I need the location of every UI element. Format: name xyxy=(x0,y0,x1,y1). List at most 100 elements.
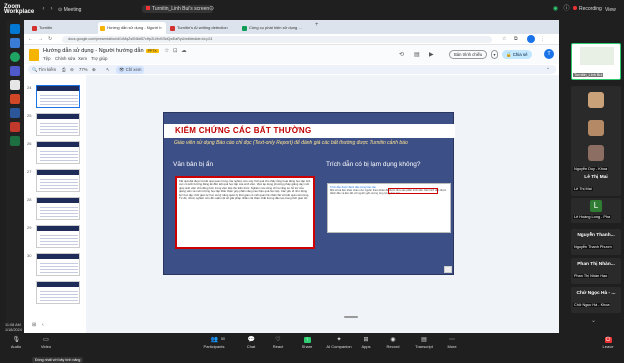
extensions-icon[interactable]: ⧉ xyxy=(514,36,518,42)
star-icon[interactable]: ☆ xyxy=(502,36,506,42)
star-icon[interactable]: ☆ xyxy=(164,48,169,54)
comment-icon[interactable]: ▤ xyxy=(414,51,420,58)
print-icon[interactable]: ⎙ xyxy=(62,67,65,72)
react-button[interactable]: ♡ React xyxy=(264,337,292,349)
forward-icon[interactable]: → xyxy=(38,36,43,42)
slide-thumbnail[interactable] xyxy=(36,281,80,304)
teams-icon[interactable] xyxy=(10,66,20,76)
video-tile[interactable]: L Lê Hoàng Long - Pha xyxy=(571,198,621,223)
slide-thumbnail[interactable] xyxy=(36,225,80,248)
select-icon[interactable]: ↖ xyxy=(106,67,110,73)
view-only-mode[interactable]: 👁 Chỉ xem xyxy=(116,66,145,74)
info-icon[interactable]: ⓘ xyxy=(563,6,570,13)
app-icon[interactable] xyxy=(10,80,20,90)
account-avatar[interactable]: T xyxy=(544,49,554,59)
transcript-button[interactable]: ▤ Transcript xyxy=(408,337,440,349)
left-heading: Văn bản bị ẩn xyxy=(173,161,214,168)
video-tile[interactable]: Chử Ngọc Hà - ... Chử Ngọc Hà - Khoa xyxy=(571,287,621,313)
new-tab-icon[interactable]: + xyxy=(315,22,319,28)
word-icon[interactable] xyxy=(10,108,20,118)
collapse-panel-icon[interactable]: ‹ xyxy=(42,322,44,328)
record-icon: ◉ xyxy=(390,337,396,343)
tab-favicon-icon xyxy=(242,26,247,31)
menu-file[interactable]: Tệp xyxy=(43,56,51,61)
document-title[interactable]: Hướng dẫn sử dụng - Người hướng dẫn PPTX … xyxy=(43,48,187,54)
participant-photo xyxy=(588,120,604,136)
browser-tab[interactable]: Công cụ phát hiện sử dụng ... xyxy=(240,22,312,34)
powerpoint-icon[interactable] xyxy=(10,94,20,104)
file-explorer-icon[interactable] xyxy=(10,38,20,48)
back-icon[interactable]: ← xyxy=(28,36,33,42)
leave-icon: ⏻ xyxy=(604,337,612,343)
zoom-level[interactable]: 77% xyxy=(79,67,88,72)
reload-icon[interactable]: ↻ xyxy=(48,36,52,42)
browser-tab-active[interactable]: Hướng dẫn sử dụng - Người h xyxy=(98,22,166,34)
video-tile[interactable]: Lê Thị Mai Lê Thị Mai xyxy=(571,172,621,196)
chat-button[interactable]: 💬 Chat xyxy=(237,337,265,349)
slide-thumbnail[interactable] xyxy=(36,85,80,108)
participant-name: Phan Thị Nhàn Hạo xyxy=(573,274,609,278)
ai-companion-button[interactable]: ✦ AI Companion xyxy=(322,337,356,349)
url-field[interactable]: docs.google.com/presentation/d/1rMqZs0N6… xyxy=(62,36,492,43)
participant-name: Chử Ngọc Hà - Khoa xyxy=(573,303,611,307)
slide-thumbnails: 24 25 26 27 28 29 30 Đồng nhất với bảy t… xyxy=(24,75,86,363)
participant-photo xyxy=(588,145,604,161)
gallery-scroll-down-icon[interactable]: ⌄ xyxy=(591,317,596,324)
participants-button[interactable]: 👥 Participants 50 xyxy=(200,337,228,349)
chrome-icon[interactable] xyxy=(10,52,20,62)
video-tile[interactable]: Turnitin_Linh Bui xyxy=(571,43,621,80)
zoom-out-icon[interactable]: ⊖ xyxy=(70,67,74,73)
record-button[interactable]: ◉ Record xyxy=(379,337,407,349)
share-menu-icon[interactable]: ⊝ xyxy=(208,6,215,13)
present-button[interactable]: Bản trình chiếu xyxy=(449,50,488,59)
search-menus[interactable]: 🔍 Tìm kiếm xyxy=(32,67,56,73)
slide-thumbnail[interactable] xyxy=(36,253,80,276)
slide-thumbnail[interactable] xyxy=(36,113,80,136)
apps-button[interactable]: ⊞ Apps xyxy=(352,337,380,349)
collapse-toolbar-icon[interactable]: ⌃ xyxy=(546,67,550,73)
meet-icon[interactable]: ▶ xyxy=(429,51,434,58)
browser-menu-icon[interactable]: ⋮ xyxy=(540,36,545,42)
menu-help[interactable]: Trợ giúp xyxy=(91,56,107,61)
present-options-icon[interactable]: ▾ xyxy=(491,50,498,59)
thumb-number: 25 xyxy=(27,113,32,118)
os-taskbar xyxy=(6,20,24,332)
camera-icon: ▭ xyxy=(43,337,49,343)
share-button[interactable]: 🔒 Chia sẻ xyxy=(502,50,532,59)
share-title[interactable]: Turnitin_Linh Bui's screen xyxy=(142,5,214,13)
participant-count: 50 xyxy=(221,337,225,341)
zoom-in-icon[interactable]: ⊕ xyxy=(92,67,96,73)
leave-button[interactable]: ⏻ Leave xyxy=(594,337,622,349)
view-button[interactable]: View xyxy=(605,7,616,13)
windows-start-icon[interactable] xyxy=(10,24,20,34)
video-tile[interactable]: Nguyễn Thanh... Nguyễn Thanh Phươn xyxy=(571,229,621,255)
history-icon[interactable]: ⟲ xyxy=(399,51,404,58)
move-icon[interactable]: ⊡ xyxy=(173,48,178,54)
menu-edit[interactable]: Chỉnh sửa xyxy=(55,56,75,61)
share-icon: ↑ xyxy=(303,337,311,343)
recording-indicator[interactable]: Recording xyxy=(573,6,602,12)
slide-thumbnail[interactable] xyxy=(36,141,80,164)
meeting-tab[interactable]: ⊙ Meeting xyxy=(58,7,81,13)
slides-toolbar: 🔍 Tìm kiếm ⎙ ⊖ 77% ⊕ ↖ 👁 Chỉ xem ⌃ xyxy=(28,65,556,74)
video-button[interactable]: ▭ Video xyxy=(32,337,60,349)
more-button[interactable]: ⋯ More xyxy=(438,337,466,349)
share-screen-button[interactable]: ↑ Share xyxy=(293,337,321,349)
browser-tab[interactable]: Turnitin xyxy=(30,22,96,34)
back-icon[interactable]: ‹ xyxy=(40,6,47,13)
audio-button[interactable]: 🎙 Audio xyxy=(2,337,30,349)
forward-icon[interactable]: › xyxy=(48,6,55,13)
menu-view[interactable]: Xem xyxy=(78,56,87,61)
slide-thumbnail[interactable] xyxy=(36,197,80,220)
shield-icon: ◉ xyxy=(552,6,559,12)
profile-avatar[interactable] xyxy=(527,35,535,43)
slides-logo-icon[interactable] xyxy=(29,49,39,61)
transcript-icon: ▤ xyxy=(421,337,427,343)
grid-view-icon[interactable]: ⊞ xyxy=(32,322,36,328)
video-tile[interactable]: Phan Thị Nhàn... Phan Thị Nhàn Hạo xyxy=(571,258,621,284)
pdf-icon[interactable] xyxy=(10,122,20,132)
resize-handle[interactable] xyxy=(344,316,358,318)
excel-icon[interactable] xyxy=(10,136,20,146)
slide-thumbnail[interactable] xyxy=(36,169,80,192)
browser-tab[interactable]: Turnitin's AI writing detection xyxy=(168,22,238,34)
